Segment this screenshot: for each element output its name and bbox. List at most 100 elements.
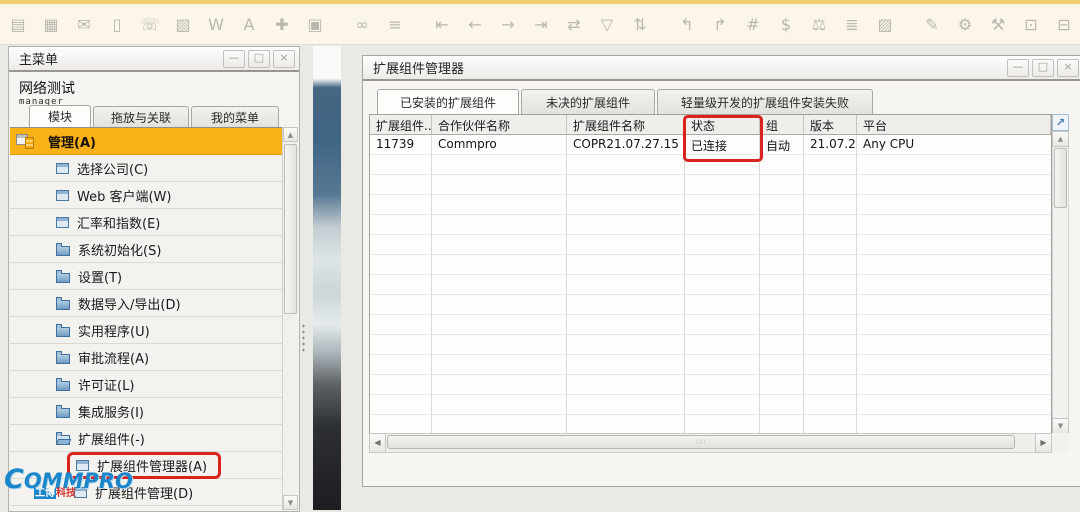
column-header[interactable]: 平台 bbox=[857, 115, 1051, 135]
document-settings-icon[interactable]: ⚙ bbox=[954, 13, 976, 37]
panel-splitter-grip[interactable] bbox=[301, 324, 306, 352]
table-row[interactable]: 11739CommproCOPR21.07.27.15已连接自动21.07.27… bbox=[370, 135, 1051, 155]
export-pdf-icon[interactable]: A bbox=[238, 13, 260, 37]
tree-item[interactable]: Web 客户端(W) bbox=[10, 182, 282, 209]
find-icon[interactable]: ∞ bbox=[351, 13, 373, 37]
close-button[interactable]: × bbox=[273, 50, 295, 68]
tree-item-label: 汇率和指数(E) bbox=[77, 213, 160, 232]
table-cell bbox=[567, 295, 685, 314]
tree-item[interactable]: 移动扩展组件(M) bbox=[10, 506, 282, 511]
scroll-right-icon[interactable]: ▶ bbox=[1035, 433, 1052, 453]
scroll-down-icon[interactable]: ▼ bbox=[283, 495, 298, 510]
column-header[interactable]: 版本 bbox=[804, 115, 857, 135]
journal-entry-icon[interactable]: ≣ bbox=[841, 13, 863, 37]
edit-chart-icon[interactable]: ✎ bbox=[921, 13, 943, 37]
close-button[interactable]: × bbox=[1057, 59, 1079, 77]
column-header[interactable]: 合作伙伴名称 bbox=[432, 115, 567, 135]
filter-icon[interactable]: ▽ bbox=[596, 13, 618, 37]
extension-tab[interactable]: 已安装的扩展组件 bbox=[377, 89, 519, 114]
minimize-button[interactable]: — bbox=[1007, 59, 1029, 77]
email-icon[interactable]: ✉ bbox=[73, 13, 95, 37]
grid-horizontal-scrollbar[interactable]: ◀ ∷∷ ▶ bbox=[369, 433, 1069, 453]
launch-application-icon[interactable]: ✚ bbox=[271, 13, 293, 37]
maximize-button[interactable]: □ bbox=[1032, 59, 1054, 77]
tree-item[interactable]: 汇率和指数(E) bbox=[10, 209, 282, 236]
message-icon[interactable]: ⊡ bbox=[1020, 13, 1042, 37]
export-word-icon[interactable]: W bbox=[205, 13, 227, 37]
tree-item[interactable]: 扩展组件(-) bbox=[10, 425, 282, 452]
grid-vertical-scrollbar[interactable]: ↗ ▲ ▼ bbox=[1052, 114, 1069, 434]
table-empty-row[interactable] bbox=[370, 175, 1051, 195]
last-record-icon[interactable]: ⇥ bbox=[530, 13, 552, 37]
table-empty-row[interactable] bbox=[370, 255, 1051, 275]
menu-tab[interactable]: 模块 bbox=[29, 105, 91, 127]
column-header[interactable]: 扩展组件名称 bbox=[567, 115, 685, 135]
scroll-left-icon[interactable]: ◀ bbox=[369, 433, 386, 453]
document-search-icon[interactable]: ▨ bbox=[874, 13, 896, 37]
maximize-button[interactable]: □ bbox=[248, 50, 270, 68]
scales-icon[interactable]: ⚖ bbox=[808, 13, 830, 37]
minimize-button[interactable]: — bbox=[223, 50, 245, 68]
copy-from-icon[interactable]: ↰ bbox=[676, 13, 698, 37]
tree-item[interactable]: 许可证(L) bbox=[10, 371, 282, 398]
scroll-down-icon[interactable]: ▼ bbox=[1052, 418, 1069, 434]
extension-tab[interactable]: 轻量级开发的扩展组件安装失败 bbox=[657, 89, 873, 114]
tree-item[interactable]: 选择公司(C) bbox=[10, 155, 282, 182]
tree-item[interactable]: 数据导入/导出(D) bbox=[10, 290, 282, 317]
calculator-icon[interactable]: # bbox=[742, 13, 764, 37]
table-empty-row[interactable] bbox=[370, 355, 1051, 375]
table-empty-row[interactable] bbox=[370, 195, 1051, 215]
table-empty-row[interactable] bbox=[370, 155, 1051, 175]
scroll-up-icon[interactable]: ▲ bbox=[283, 127, 298, 142]
sms-icon[interactable]: ▯ bbox=[106, 13, 128, 37]
previous-record-icon[interactable]: ← bbox=[464, 13, 486, 37]
extension-manager-titlebar[interactable]: 扩展组件管理器 —□× bbox=[363, 56, 1080, 81]
column-header[interactable]: 状态 bbox=[685, 115, 760, 135]
column-header[interactable]: 组 bbox=[760, 115, 804, 135]
tree-scrollbar[interactable]: ▲ ▼ bbox=[282, 127, 298, 510]
tree-scrollbar-track[interactable] bbox=[283, 142, 298, 495]
main-menu-titlebar[interactable]: 主菜单 —□× bbox=[9, 47, 299, 72]
table-empty-row[interactable] bbox=[370, 395, 1051, 415]
table-empty-row[interactable] bbox=[370, 375, 1051, 395]
form-settings-icon[interactable]: ⚒ bbox=[987, 13, 1009, 37]
payment-wizard-icon[interactable]: $ bbox=[775, 13, 797, 37]
column-header[interactable]: 扩展组件... bbox=[370, 115, 432, 135]
tree-item[interactable]: 管理(A) bbox=[10, 128, 282, 155]
checklist-icon[interactable]: ≡ bbox=[384, 13, 406, 37]
tree-scrollbar-thumb[interactable] bbox=[284, 144, 297, 314]
conversation-icon[interactable]: ⊟ bbox=[1053, 13, 1075, 37]
copy-to-icon[interactable]: ↱ bbox=[709, 13, 731, 37]
print-icon[interactable]: ▦ bbox=[40, 13, 62, 37]
lock-screen-icon[interactable]: ▣ bbox=[304, 13, 326, 37]
tree-item[interactable]: 设置(T) bbox=[10, 263, 282, 290]
tree-item[interactable]: 系统初始化(S) bbox=[10, 236, 282, 263]
grid-hscroll-track[interactable]: ∷∷ bbox=[386, 433, 1035, 453]
fax-icon[interactable]: ☏ bbox=[139, 13, 161, 37]
maximize-grid-icon[interactable]: ↗ bbox=[1052, 114, 1069, 131]
table-cell bbox=[432, 215, 567, 234]
table-empty-row[interactable] bbox=[370, 235, 1051, 255]
grid-vscroll-track[interactable] bbox=[1052, 147, 1069, 418]
scroll-up-icon[interactable]: ▲ bbox=[1052, 131, 1069, 147]
tree-item[interactable]: 审批流程(A) bbox=[10, 344, 282, 371]
table-empty-row[interactable] bbox=[370, 275, 1051, 295]
table-empty-row[interactable] bbox=[370, 295, 1051, 315]
extension-tab[interactable]: 未决的扩展组件 bbox=[521, 89, 655, 114]
tree-item[interactable]: 集成服务(I) bbox=[10, 398, 282, 425]
next-record-icon[interactable]: → bbox=[497, 13, 519, 37]
print-preview-icon[interactable]: ▤ bbox=[7, 13, 29, 37]
table-empty-row[interactable] bbox=[370, 315, 1051, 335]
export-excel-icon[interactable]: ▧ bbox=[172, 13, 194, 37]
table-empty-row[interactable] bbox=[370, 215, 1051, 235]
grid-hscroll-thumb[interactable]: ∷∷ bbox=[387, 435, 1015, 449]
table-empty-row[interactable] bbox=[370, 415, 1051, 434]
tree-item[interactable]: 实用程序(U) bbox=[10, 317, 282, 344]
menu-tab[interactable]: 我的菜单 bbox=[191, 106, 279, 127]
sort-icon[interactable]: ⇅ bbox=[629, 13, 651, 37]
table-empty-row[interactable] bbox=[370, 335, 1051, 355]
refresh-icon[interactable]: ⇄ bbox=[563, 13, 585, 37]
grid-vscroll-thumb[interactable] bbox=[1054, 148, 1067, 208]
menu-tab[interactable]: 拖放与关联 bbox=[93, 106, 189, 127]
first-record-icon[interactable]: ⇤ bbox=[431, 13, 453, 37]
